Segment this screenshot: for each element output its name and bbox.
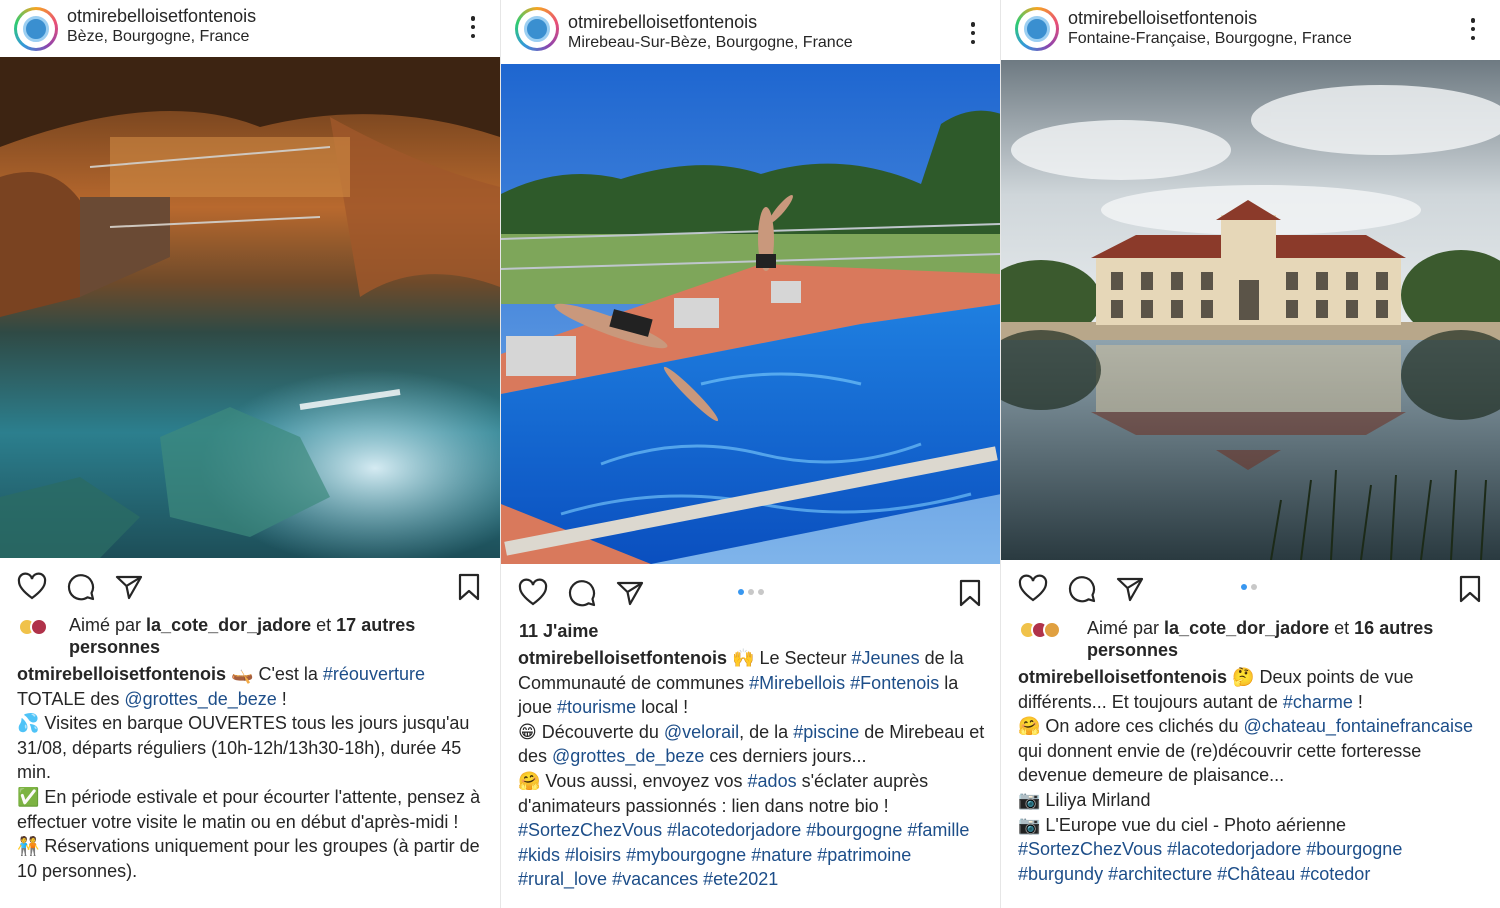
hashtag[interactable]: #vacances	[612, 869, 698, 889]
action-bar	[0, 566, 500, 606]
comment-icon[interactable]	[567, 578, 597, 608]
post-header: otmirebelloisetfontenois Bèze, Bourgogne…	[0, 0, 500, 58]
hashtag[interactable]: #SortezChezVous	[1018, 839, 1162, 859]
post-2: otmirebelloisetfontenois Mirebeau-Sur-Bè…	[500, 0, 1000, 908]
heart-icon[interactable]	[518, 578, 548, 608]
hashtag[interactable]: #Mirebellois	[749, 673, 845, 693]
bookmark-icon[interactable]	[955, 578, 985, 608]
liker-avatars[interactable]	[18, 618, 48, 636]
hashtag[interactable]: #réouverture	[323, 664, 425, 684]
caption: otmirebelloisetfontenois 🙌 Le Secteur #J…	[518, 646, 988, 892]
hashtag[interactable]: #Château	[1217, 864, 1295, 884]
username[interactable]: otmirebelloisetfontenois	[67, 6, 256, 27]
caption-line: 📷 Liliya Mirland	[1018, 789, 1151, 810]
hashtag[interactable]: #ados	[748, 771, 797, 791]
likes-count[interactable]: 11 J'aime	[519, 620, 598, 642]
hashtag[interactable]: #tourisme	[557, 697, 636, 717]
mention[interactable]: @grottes_de_beze	[552, 746, 704, 766]
action-bar	[501, 572, 1000, 612]
post-header: otmirebelloisetfontenois Fontaine-França…	[1001, 0, 1500, 58]
carousel-dots[interactable]	[738, 589, 764, 595]
post-1: otmirebelloisetfontenois Bèze, Bourgogne…	[0, 0, 500, 908]
hashtag[interactable]: #burgundy	[1018, 864, 1103, 884]
mention[interactable]: @velorail	[664, 722, 739, 742]
hashtag[interactable]: #Jeunes	[852, 648, 920, 668]
comment-icon[interactable]	[1067, 574, 1097, 604]
share-icon[interactable]	[114, 572, 144, 602]
username[interactable]: otmirebelloisetfontenois	[1068, 8, 1257, 29]
caption-text: 🤗 On adore ces clichés du	[1018, 716, 1244, 737]
username[interactable]: otmirebelloisetfontenois	[568, 12, 757, 33]
hashtag[interactable]: #mybourgogne	[626, 845, 746, 865]
caption-text: 🙌 Le Secteur	[727, 648, 852, 668]
caption-text: 🛶 C'est la	[226, 664, 323, 684]
post-3: otmirebelloisetfontenois Fontaine-França…	[1000, 0, 1500, 908]
hashtag[interactable]: #bourgogne	[806, 820, 902, 840]
bookmark-icon[interactable]	[454, 572, 484, 602]
heart-icon[interactable]	[17, 572, 47, 602]
location[interactable]: Mirebeau-Sur-Bèze, Bourgogne, France	[568, 34, 853, 52]
caption-line: 🧑‍🤝‍🧑 Réservations uniquement pour les g…	[17, 836, 480, 881]
caption-line: 💦 Visites en barque OUVERTES tous les jo…	[17, 713, 470, 783]
hashtag[interactable]: #lacotedorjadore	[667, 820, 801, 840]
hashtag-list: #SortezChezVous #lacotedorjadore #bourgo…	[1018, 837, 1488, 886]
caption-text: , de la	[739, 721, 794, 742]
more-options-icon[interactable]	[470, 16, 476, 38]
hashtag[interactable]: #ete2021	[703, 869, 778, 889]
caption-text: 😁 Découverte du	[518, 721, 664, 742]
caption-text: TOTALE des	[17, 688, 125, 709]
caption-text: !	[276, 688, 287, 709]
caption: otmirebelloisetfontenois 🤔 Deux points d…	[1018, 665, 1488, 886]
hashtag[interactable]: #architecture	[1108, 864, 1212, 884]
hashtag[interactable]: #lacotedorjadore	[1167, 839, 1301, 859]
post-photo[interactable]	[0, 57, 500, 558]
hashtag[interactable]: #cotedor	[1300, 864, 1370, 884]
liker-avatars[interactable]	[1019, 621, 1061, 639]
hashtag[interactable]: #bourgogne	[1306, 839, 1402, 859]
heart-icon[interactable]	[1018, 574, 1048, 604]
caption-text: local !	[636, 697, 689, 718]
mention[interactable]: @chateau_fontainefrancaise	[1244, 716, 1473, 736]
post-photo[interactable]	[1001, 60, 1500, 560]
mention[interactable]: @grottes_de_beze	[124, 689, 276, 709]
bookmark-icon[interactable]	[1455, 574, 1485, 604]
carousel-dots[interactable]	[1241, 584, 1257, 590]
caption-username[interactable]: otmirebelloisetfontenois	[518, 648, 727, 668]
caption: otmirebelloisetfontenois 🛶 C'est la #réo…	[17, 662, 487, 883]
caption-line: ✅ En période estivale et pour écourter l…	[17, 786, 481, 832]
hashtag[interactable]: #loisirs	[565, 845, 621, 865]
more-options-icon[interactable]	[1470, 18, 1476, 40]
hashtag[interactable]: #patrimoine	[817, 845, 911, 865]
action-bar	[1001, 568, 1500, 608]
liked-by[interactable]: Aimé par la_cote_dor_jadore et 17 autres…	[69, 614, 479, 658]
post-header: otmirebelloisetfontenois Mirebeau-Sur-Bè…	[501, 0, 1000, 58]
caption-text: 🤗 Vous aussi, envoyez vos	[518, 770, 748, 791]
hashtag[interactable]: #charme	[1283, 692, 1353, 712]
share-icon[interactable]	[615, 578, 645, 608]
caption-text: !	[1352, 691, 1363, 712]
location[interactable]: Fontaine-Française, Bourgogne, France	[1068, 30, 1352, 48]
hashtag[interactable]: #rural_love	[518, 869, 607, 889]
more-options-icon[interactable]	[970, 22, 976, 44]
avatar[interactable]	[515, 7, 559, 51]
location[interactable]: Bèze, Bourgogne, France	[67, 28, 249, 46]
comment-icon[interactable]	[66, 572, 96, 602]
avatar[interactable]	[1015, 7, 1059, 51]
hashtag[interactable]: #kids	[518, 845, 560, 865]
hashtag[interactable]: #famille	[907, 820, 969, 840]
post-photo[interactable]	[501, 64, 1000, 564]
hashtag[interactable]: #nature	[751, 845, 812, 865]
caption-text: ces derniers jours...	[704, 746, 867, 767]
liked-by[interactable]: Aimé par la_cote_dor_jadore et 16 autres…	[1087, 617, 1482, 661]
hashtag[interactable]: #SortezChezVous	[518, 820, 662, 840]
caption-text: qui donnent envie de (re)découvrir cette…	[1018, 740, 1422, 786]
hashtag[interactable]: #piscine	[793, 722, 859, 742]
hashtag[interactable]: #Fontenois	[850, 673, 939, 693]
caption-username[interactable]: otmirebelloisetfontenois	[17, 664, 226, 684]
share-icon[interactable]	[1115, 574, 1145, 604]
caption-username[interactable]: otmirebelloisetfontenois	[1018, 667, 1227, 687]
caption-line: 📷 L'Europe vue du ciel - Photo aérienne	[1018, 814, 1347, 835]
avatar[interactable]	[14, 7, 58, 51]
hashtag-list: #SortezChezVous #lacotedorjadore #bourgo…	[518, 818, 988, 892]
